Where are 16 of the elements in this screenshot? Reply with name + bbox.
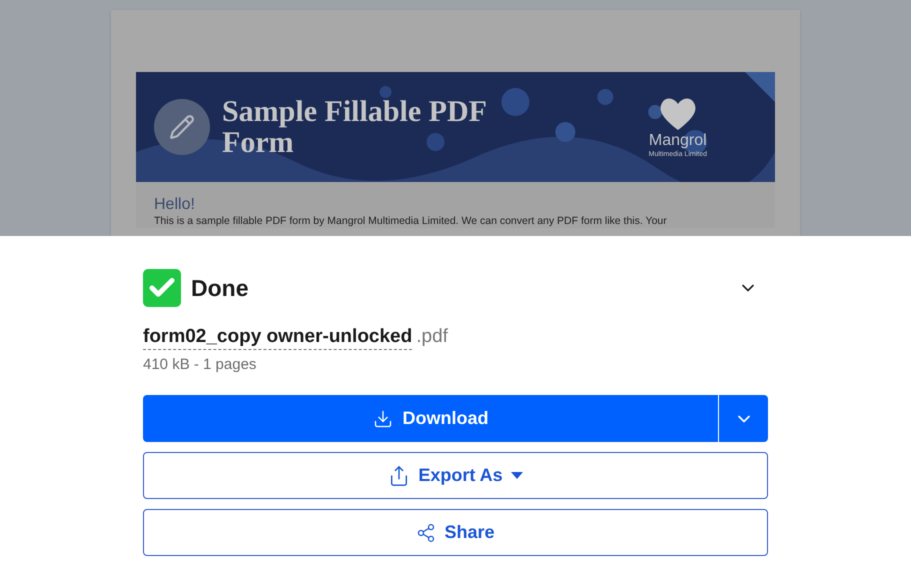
file-extension: .pdf bbox=[416, 325, 448, 349]
banner-title: Sample Fillable PDF Form bbox=[222, 96, 487, 158]
file-name[interactable]: form02_copy owner-unlocked bbox=[143, 325, 412, 350]
caret-icon bbox=[510, 472, 523, 480]
share-button[interactable]: Share bbox=[143, 509, 768, 556]
download-icon bbox=[372, 408, 392, 428]
form-heading: Hello! bbox=[154, 196, 196, 214]
logo-name: Mangrol bbox=[648, 132, 707, 150]
form-paragraph: This is a sample fillable PDF form by Mangrol Multimedia Limited. We can convert any PDF form like this. Your bbox=[154, 214, 668, 228]
status-title: Done bbox=[191, 274, 248, 303]
heart-logo-icon bbox=[658, 96, 698, 132]
share-icon bbox=[416, 522, 436, 542]
file-meta: 410 kB - 1 pages bbox=[143, 354, 258, 374]
download-button[interactable]: Download bbox=[143, 395, 718, 442]
export-button[interactable]: Export As bbox=[143, 452, 768, 499]
check-icon bbox=[143, 269, 181, 307]
